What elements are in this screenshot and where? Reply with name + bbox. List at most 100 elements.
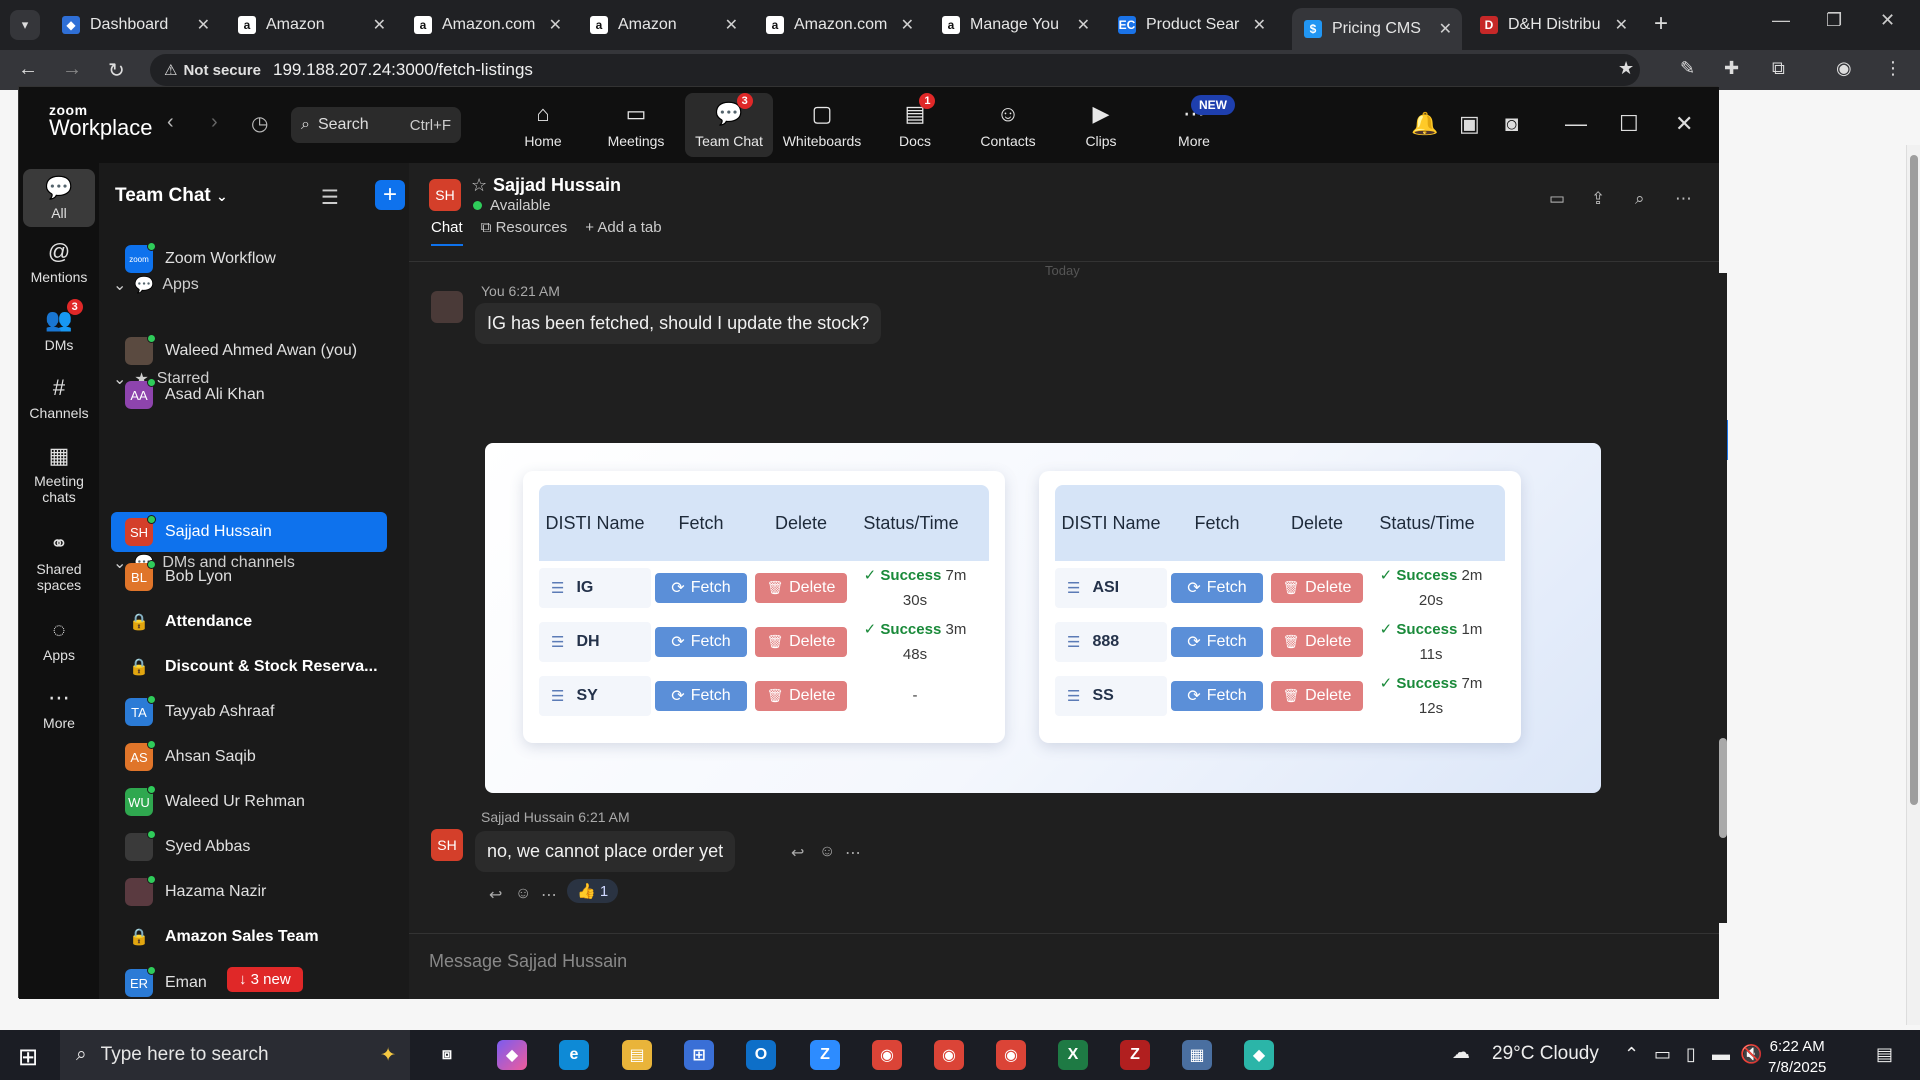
delete-button[interactable]: 🗑 Delete xyxy=(1271,627,1363,657)
dm-item[interactable]: SH Sajjad Hussain xyxy=(111,512,387,552)
app-icon[interactable]: ◆ xyxy=(1244,1040,1274,1070)
tab-close-icon[interactable]: ✕ xyxy=(1077,15,1090,35)
user-avatar[interactable]: ◙ xyxy=(1505,111,1518,137)
tab-close-icon[interactable]: ✕ xyxy=(725,15,738,35)
rail-dms[interactable]: 👥 3 DMs xyxy=(23,299,95,353)
clock[interactable]: 6:22 AM 7/8/2025 xyxy=(1768,1036,1826,1078)
page-scrollbar-thumb[interactable] xyxy=(1910,155,1918,805)
volume-mute-icon[interactable]: 🔇 xyxy=(1740,1044,1762,1065)
contact-avatar[interactable]: SH xyxy=(429,179,461,211)
rail-shared-spaces[interactable]: ⚭ Shared spaces xyxy=(23,531,95,593)
zoom-taskbar-icon[interactable]: Z xyxy=(810,1040,840,1070)
sender-avatar[interactable]: SH xyxy=(431,829,463,861)
forward-icon[interactable]: → xyxy=(62,58,82,81)
edge-icon[interactable]: e xyxy=(559,1040,589,1070)
dm-item[interactable]: zoom Zoom Workflow xyxy=(111,239,387,279)
outlook-icon[interactable]: O xyxy=(746,1040,776,1070)
browser-tab[interactable]: $ Pricing CMS ✕ xyxy=(1292,8,1462,50)
tab-close-icon[interactable]: ✕ xyxy=(197,15,210,35)
close-icon[interactable]: ✕ xyxy=(1675,111,1693,137)
tab-search-button[interactable]: ▾ xyxy=(10,10,40,40)
message-bubble[interactable]: IG has been fetched, should I update the… xyxy=(475,303,882,344)
share-screen-icon[interactable]: ⇪ xyxy=(1591,189,1605,209)
fetch-button[interactable]: ⟳ Fetch xyxy=(655,573,747,603)
chrome-icon[interactable]: ◉ xyxy=(872,1040,902,1070)
task-view-icon[interactable]: ⧈ xyxy=(432,1040,462,1070)
sidebar-title[interactable]: Team Chat ⌄ xyxy=(115,185,228,207)
extensions-puzzle-icon[interactable]: ⧉ xyxy=(1772,58,1785,79)
thumbs-up-reaction[interactable]: 👍 1 xyxy=(567,879,619,903)
rail-mentions[interactable]: @ Mentions xyxy=(23,239,95,285)
rail-more[interactable]: ⋯ More xyxy=(23,685,95,731)
fetch-button[interactable]: ⟳ Fetch xyxy=(1171,627,1263,657)
emoji-react-icon[interactable]: ☺ xyxy=(515,885,531,903)
close-icon[interactable]: ✕ xyxy=(1880,10,1895,31)
minimize-icon[interactable]: — xyxy=(1565,111,1587,137)
dm-item[interactable]: AA Asad Ali Khan xyxy=(111,375,387,415)
fetch-button[interactable]: ⟳ Fetch xyxy=(1171,681,1263,711)
notification-center-icon[interactable]: ▤ xyxy=(1876,1044,1893,1065)
browser-tab[interactable]: ◆ Dashboard ✕ xyxy=(50,8,220,42)
not-secure-indicator[interactable]: ⚠ Not secure xyxy=(164,61,261,80)
excel-icon[interactable]: X xyxy=(1058,1040,1088,1070)
fetch-button[interactable]: ⟳ Fetch xyxy=(655,627,747,657)
weather-text[interactable]: 29°C Cloudy xyxy=(1492,1043,1599,1065)
extension-icon[interactable]: ✎ xyxy=(1680,58,1695,79)
tab-add[interactable]: + Add a tab xyxy=(585,219,661,246)
calculator-icon[interactable]: ▦ xyxy=(1182,1040,1212,1070)
store-icon[interactable]: ⊞ xyxy=(684,1040,714,1070)
tab-close-icon[interactable]: ✕ xyxy=(1615,15,1628,35)
rail-channels[interactable]: # Channels xyxy=(23,375,95,421)
nav-docs[interactable]: ▤ 1 Docs xyxy=(871,93,959,157)
delete-button[interactable]: 🗑 Delete xyxy=(755,627,847,657)
delete-button[interactable]: 🗑 Delete xyxy=(755,681,847,711)
dm-item[interactable]: Hazama Nazir xyxy=(111,872,387,912)
channel-item[interactable]: 🔒 Attendance xyxy=(111,602,387,642)
emoji-react-icon[interactable]: ☺ xyxy=(819,843,835,861)
delete-button[interactable]: 🗑 Delete xyxy=(1271,573,1363,603)
nav-home[interactable]: ⌂ Home xyxy=(499,93,587,157)
embedded-screenshot[interactable]: DISTI Name Fetch Delete Status/Time ☰ IG ⟳… xyxy=(485,443,1601,793)
extension-icon[interactable]: ✚ xyxy=(1724,58,1739,79)
history-icon[interactable]: ◷ xyxy=(251,111,268,136)
nav-contacts[interactable]: ☺ Contacts xyxy=(964,93,1052,157)
browser-menu-icon[interactable]: ⋮ xyxy=(1884,58,1902,79)
rail-all[interactable]: 💬 All xyxy=(23,169,95,227)
new-tab-button[interactable]: + xyxy=(1654,10,1668,38)
more-icon[interactable]: ⋯ xyxy=(541,885,557,905)
browser-tab[interactable]: a Amazon.com ✕ xyxy=(754,8,924,42)
delete-button[interactable]: 🗑 Delete xyxy=(1271,681,1363,711)
nav-team-chat[interactable]: 💬 3 Team Chat xyxy=(685,93,773,157)
dm-item[interactable]: BL Bob Lyon xyxy=(111,557,387,597)
weather-icon[interactable]: ☁ xyxy=(1452,1042,1470,1063)
channel-item[interactable]: 🔒 Amazon Sales Team xyxy=(111,917,387,957)
dm-item[interactable]: AS Ahsan Saqib xyxy=(111,737,387,777)
dm-item[interactable]: TA Tayyab Ashraaf xyxy=(111,692,387,732)
more-icon[interactable]: ⋯ xyxy=(845,843,861,863)
browser-tab[interactable]: a Amazon.com ✕ xyxy=(402,8,572,42)
profile-avatar[interactable]: ◉ xyxy=(1836,58,1852,79)
search-icon[interactable]: ⌕ xyxy=(1635,189,1645,209)
tab-close-icon[interactable]: ✕ xyxy=(901,15,914,35)
chevron-up-icon[interactable]: ⌃ xyxy=(1624,1044,1639,1065)
dm-item[interactable]: WU Waleed Ur Rehman xyxy=(111,782,387,822)
back-icon[interactable]: ← xyxy=(18,58,38,81)
message-input[interactable]: Message Sajjad Hussain xyxy=(429,951,627,972)
windows-start-icon[interactable]: ⊞ xyxy=(18,1043,38,1072)
dm-item[interactable]: Waleed Ahmed Awan (you) xyxy=(111,331,387,371)
video-call-icon[interactable]: ▭ xyxy=(1549,189,1565,209)
tab-close-icon[interactable]: ✕ xyxy=(1253,15,1266,35)
back-arrow-icon[interactable]: ‹ xyxy=(167,111,174,134)
taskbar-search[interactable]: ⌕ Type here to search ✦ xyxy=(60,1030,410,1080)
nav-whiteboards[interactable]: ▢ Whiteboards xyxy=(778,93,866,157)
tab-close-icon[interactable]: ✕ xyxy=(373,15,386,35)
maximize-icon[interactable]: ☐ xyxy=(1619,111,1639,137)
nav-clips[interactable]: ▶ Clips xyxy=(1057,93,1145,157)
new-messages-pill[interactable]: ↓ 3 new xyxy=(227,967,303,992)
tab-close-icon[interactable]: ✕ xyxy=(1439,19,1452,39)
browser-tab[interactable]: a Amazon ✕ xyxy=(226,8,396,42)
restore-icon[interactable]: ❐ xyxy=(1826,10,1842,31)
page-scrollbar[interactable] xyxy=(1906,145,1920,1025)
chat-scrollbar[interactable] xyxy=(1719,273,1727,923)
tab-close-icon[interactable]: ✕ xyxy=(549,15,562,35)
